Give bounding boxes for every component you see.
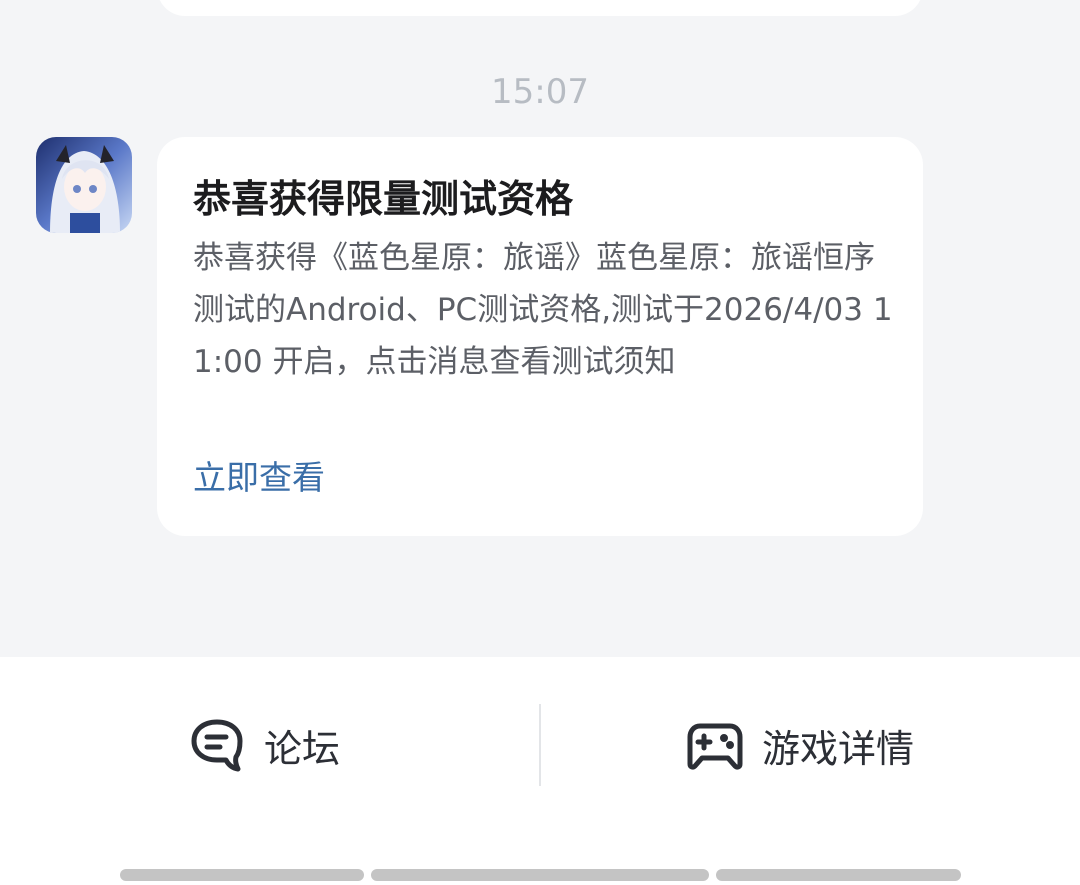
home-indicator-right	[716, 869, 961, 881]
home-indicator-left	[120, 869, 364, 881]
forum-button[interactable]: 论坛	[188, 713, 340, 777]
home-indicator-center	[371, 869, 709, 881]
gamepad-icon	[686, 716, 744, 774]
notification-card[interactable]: 恭喜获得限量测试资格 恭喜获得《蓝色星原：旅谣》蓝色星原：旅谣恒序测试的Andr…	[157, 137, 923, 536]
bottom-action-bar: 论坛 游戏详情	[0, 657, 1080, 885]
game-details-button[interactable]: 游戏详情	[686, 713, 914, 777]
previous-message-card[interactable]	[157, 0, 923, 16]
game-avatar-icon[interactable]	[36, 137, 132, 233]
forum-chat-icon	[188, 716, 246, 774]
notification-body: 恭喜获得《蓝色星原：旅谣》蓝色星原：旅谣恒序测试的Android、PC测试资格,…	[193, 240, 893, 380]
view-now-link[interactable]: 立即查看	[193, 455, 325, 501]
message-timestamp: 15:07	[491, 72, 589, 112]
game-details-label: 游戏详情	[762, 726, 915, 771]
forum-label: 论坛	[264, 726, 341, 771]
bottom-bar-divider	[539, 704, 541, 786]
notification-title: 恭喜获得限量测试资格	[193, 177, 574, 221]
